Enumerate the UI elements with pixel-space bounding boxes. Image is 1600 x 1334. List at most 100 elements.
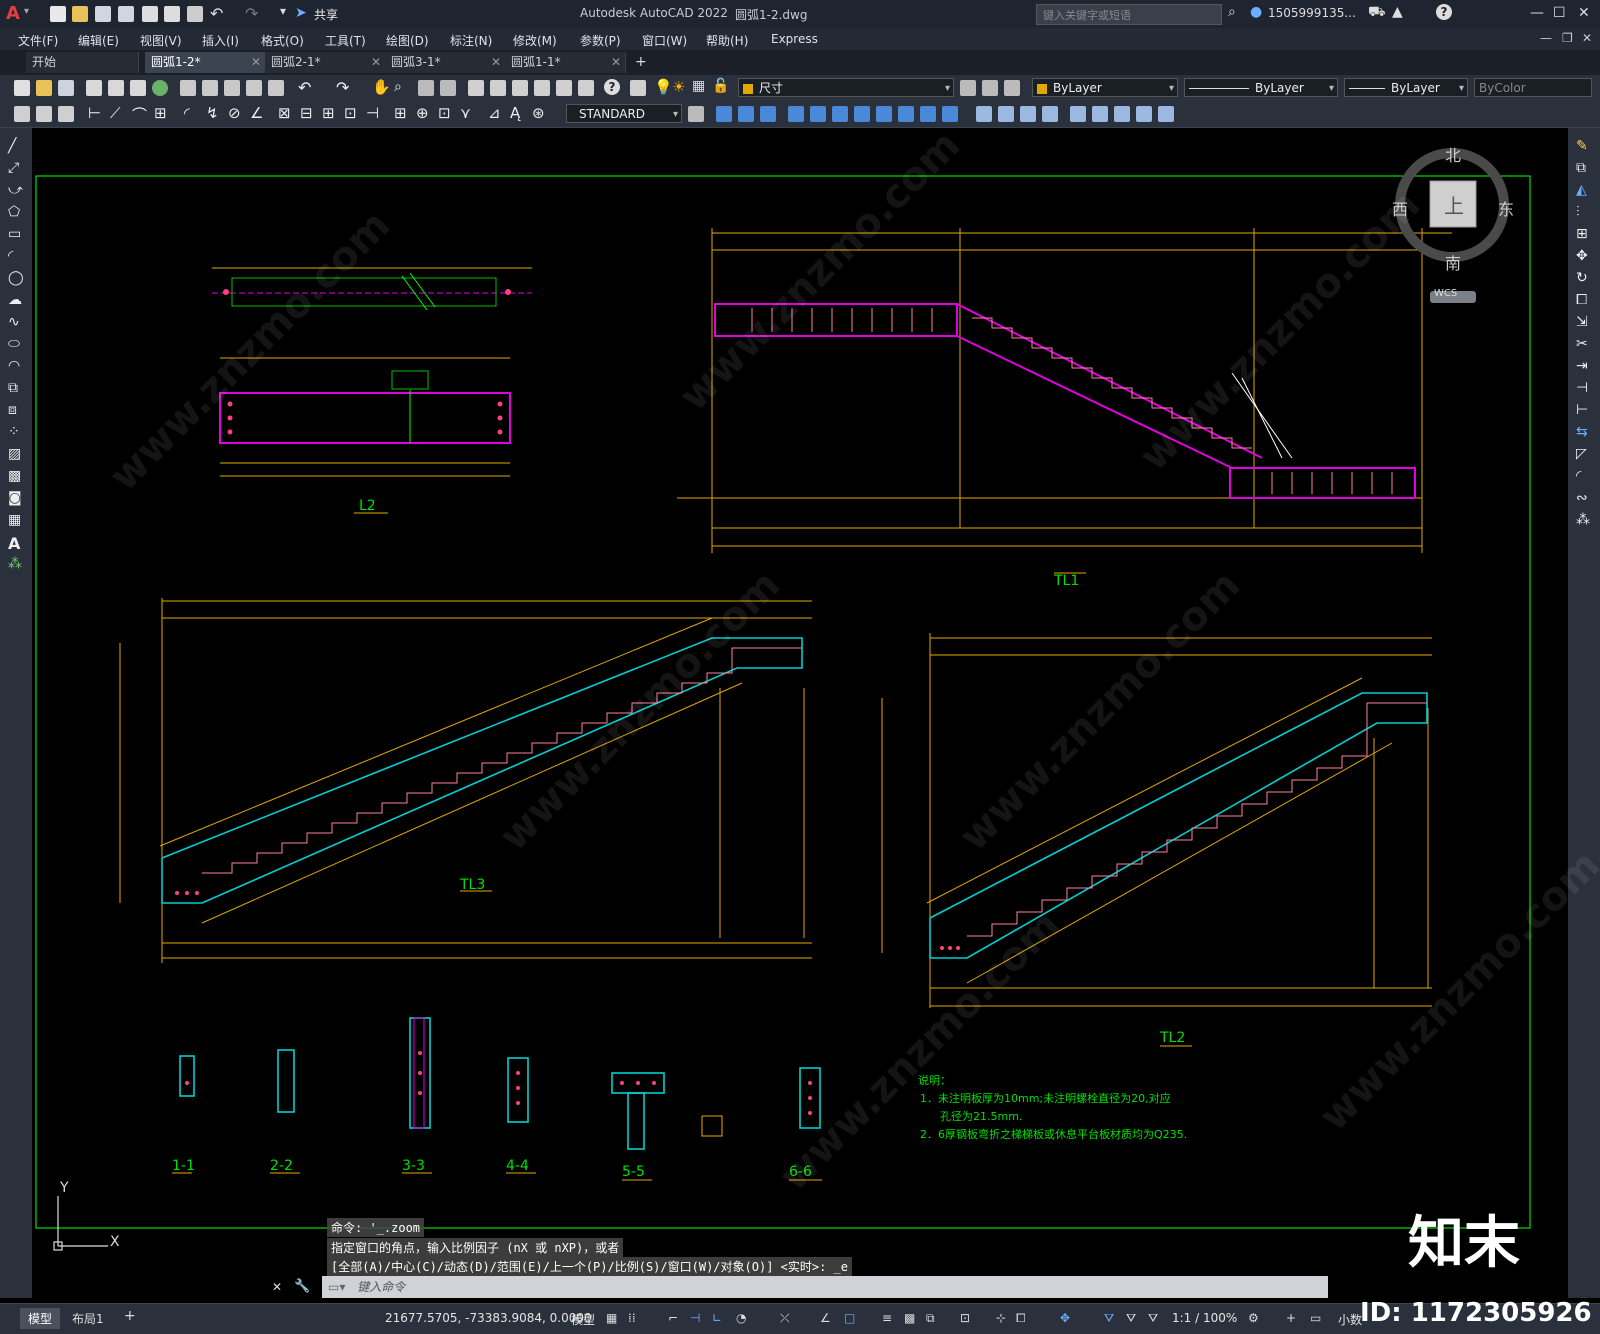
customize-icon[interactable]: ▾ [280,4,286,18]
arc-icon[interactable]: ◜ [8,248,13,264]
autocad-logo-icon[interactable]: A [6,3,20,24]
match-properties-icon[interactable] [246,80,262,96]
dim-tool-icon[interactable] [36,106,52,122]
dimedit-icon[interactable]: ⊿ [488,104,501,122]
command-input[interactable]: ▭▾ 键入命令 [322,1276,1328,1298]
trim-icon[interactable]: ✂ [1576,336,1588,352]
move-icon[interactable]: ✥ [1576,248,1588,264]
menu-insert[interactable]: 插入(I) [202,32,239,49]
jogged-linear-icon[interactable]: ⋎ [460,104,471,122]
menu-draw[interactable]: 绘图(D) [386,32,429,49]
open-web-icon[interactable] [142,6,158,22]
search-box[interactable]: 键入关键字或短语 [1036,4,1222,25]
ordinate-icon[interactable]: ⊞ [154,104,167,122]
pan-icon[interactable]: ✋ [372,78,391,96]
angular-icon[interactable]: ∠ [250,104,263,122]
close-icon[interactable]: ✕ [1578,5,1590,21]
close-tab-icon[interactable]: ✕ [611,52,621,73]
undo-icon[interactable]: ↶ [298,78,311,97]
auto-scale-icon[interactable]: ⛛ [1126,1311,1136,1326]
viewcube-north[interactable]: 北 [1445,142,1461,166]
3d-dwf-icon[interactable] [152,80,168,96]
dimstyle-dropdown[interactable]: STANDARD ▾ [566,104,682,123]
dimupdate-icon[interactable]: ⊛ [532,104,545,122]
minimize-icon[interactable]: — [1530,5,1544,21]
ortho-icon[interactable]: ∟ [712,1311,722,1325]
circle-icon[interactable]: ◯ [8,270,24,286]
open-icon[interactable] [36,80,52,96]
menu-window[interactable]: 窗口(W) [642,32,687,49]
tab-document-3[interactable]: 圆弧3-1* ✕ [385,52,506,73]
layer-dropdown[interactable]: 尺寸 ▾ [738,78,954,97]
units-value[interactable]: 小数 [1338,1311,1362,1328]
lineweight-icon[interactable]: ≡ [882,1311,892,1325]
redo-icon[interactable]: ↷ [336,78,349,97]
break-at-point-icon[interactable]: ⊣ [1576,380,1588,396]
zoom-previous-icon[interactable] [440,80,456,96]
transparency-icon[interactable]: ▩ [904,1311,915,1325]
annotation-visibility-icon[interactable]: ⛛ [1104,1311,1114,1326]
menu-dimension[interactable]: 标注(N) [450,32,492,49]
doc-minimize-icon[interactable]: — [1540,31,1552,45]
join-icon[interactable]: ⇆ [1576,424,1588,440]
app-menu-chevron-icon[interactable]: ▾ [24,6,29,17]
radius-icon[interactable]: ◜ [184,104,190,122]
lineweight-dropdown[interactable]: ByLayer ▾ [1344,78,1468,97]
point-icon[interactable]: ⁘ [8,424,20,440]
scale-icon[interactable]: ⧠ [1576,292,1587,308]
mirror-icon[interactable]: ◭ [1576,182,1587,198]
solid-tool-icon[interactable] [810,106,826,122]
zoom-window-icon[interactable] [418,80,434,96]
layer-lock-icon[interactable]: 🔓 [712,78,729,94]
layer-properties-icon[interactable] [630,80,646,96]
plotstyle-dropdown[interactable]: ByColor [1474,78,1592,97]
render-tool-icon[interactable] [976,106,992,122]
zoom-realtime-icon[interactable]: ⌕ [394,79,402,95]
model-space-toggle[interactable]: 模型 [571,1311,595,1328]
add-selected-icon[interactable]: ⁂ [8,556,22,572]
tab-start[interactable]: 开始 [26,52,139,73]
design-center-icon[interactable] [490,80,506,96]
dynamic-ucs-icon[interactable]: ⊹ [996,1311,1006,1325]
3d-osnap-icon[interactable]: ⊡ [960,1311,970,1325]
save-web-icon[interactable] [164,6,180,22]
render-tool-icon[interactable] [1070,106,1086,122]
menu-tools[interactable]: 工具(T) [325,32,366,49]
tool-palettes-icon[interactable] [512,80,528,96]
annotation-scale-icon[interactable]: ⛛ [1148,1311,1158,1326]
render-tool-icon[interactable] [1092,106,1108,122]
add-layout-icon[interactable]: + [124,1308,136,1324]
plot-icon[interactable] [187,6,203,22]
stretch-icon[interactable]: ⇲ [1576,314,1588,330]
object-snap-icon[interactable]: □ [844,1311,855,1325]
mtext-icon[interactable]: A [8,534,20,553]
annotation-monitor-icon[interactable]: + [1286,1311,1296,1325]
search-input[interactable]: 键入关键字或短语 [1043,7,1131,23]
3d-tool-icon[interactable] [738,106,754,122]
continue-icon[interactable]: ⊞ [322,104,335,122]
doc-restore-icon[interactable]: ❐ [1562,31,1573,45]
render-tool-icon[interactable] [1114,106,1130,122]
gizmo-icon[interactable]: ✥ [1060,1311,1070,1325]
annotation-scale-value[interactable]: 1:1 / 100% [1172,1311,1237,1325]
help-icon[interactable]: ? [1436,4,1452,20]
doc-close-icon[interactable]: ✕ [1582,31,1592,45]
infer-constraints-icon[interactable]: ⌐ [668,1311,678,1325]
sheet-set-icon[interactable] [534,80,550,96]
line-icon[interactable]: ╱ [8,138,16,154]
model-space-canvas[interactable]: L2 TL1 TL3 TL2 1-1 2-2 3-3 4-4 5-5 6-6 说… [32,122,1600,1300]
aligned-dimension-icon[interactable]: ⟋ [110,104,121,122]
break-icon[interactable]: ⊢ [1576,402,1588,418]
gradient-icon[interactable]: ▩ [8,468,21,484]
quick-dimension-icon[interactable]: ⊠ [278,104,291,122]
jogged-icon[interactable]: ↯ [206,104,219,122]
object-snap-tracking-icon[interactable]: ∠ [820,1311,831,1325]
menu-view[interactable]: 视图(V) [140,32,182,49]
solid-tool-icon[interactable] [876,106,892,122]
dimtedit-icon[interactable]: Ą [510,104,520,122]
menu-help[interactable]: 帮助(H) [706,32,748,49]
share-button[interactable]: 共享 [314,6,338,23]
viewcube-east[interactable]: 东 [1498,196,1514,220]
publish-icon[interactable] [130,80,146,96]
plot-icon[interactable] [86,80,102,96]
